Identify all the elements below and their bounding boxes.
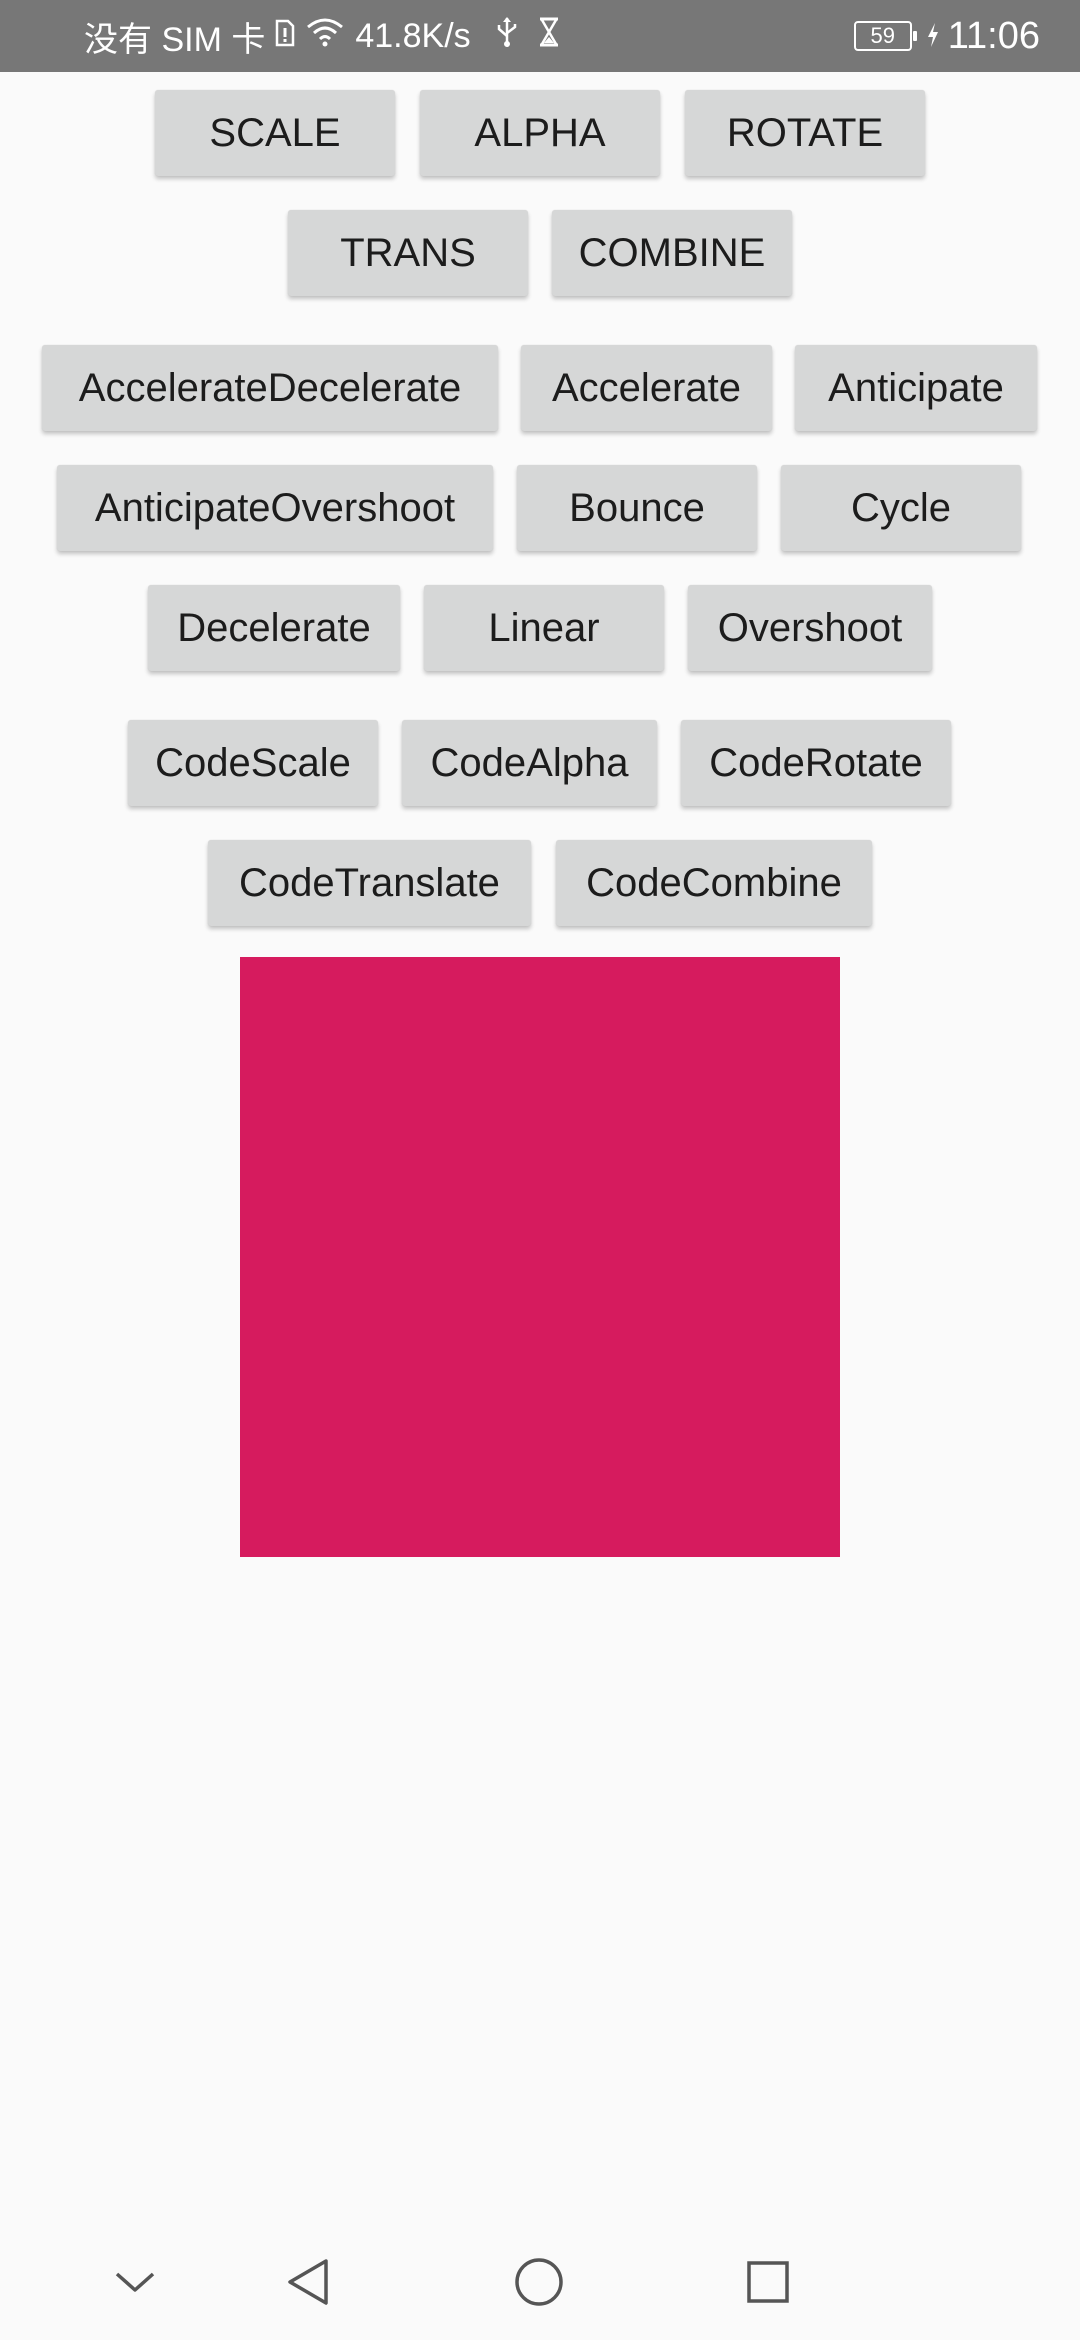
clock: 11:06 (947, 14, 1040, 57)
usb-icon (495, 16, 519, 57)
wifi-icon (305, 17, 345, 56)
animation-buttons-row-2: TRANS COMBINE (0, 210, 1080, 296)
interpolator-buttons-row-3: Decelerate Linear Overshoot (0, 585, 1080, 671)
accelerate-decelerate-button[interactable]: AccelerateDecelerate (42, 345, 498, 431)
code-alpha-button[interactable]: CodeAlpha (402, 720, 657, 806)
accelerate-button[interactable]: Accelerate (521, 345, 772, 431)
decelerate-button[interactable]: Decelerate (148, 585, 400, 671)
status-bar: 没有 SIM 卡 41.8K/s 59 11:06 (0, 0, 1080, 72)
sim-icon (275, 17, 295, 56)
code-translate-button[interactable]: CodeTranslate (208, 840, 531, 926)
carrier-label: 没有 SIM 卡 (84, 20, 266, 59)
collapse-icon[interactable] (97, 2244, 173, 2320)
interpolator-buttons-row-1: AccelerateDecelerate Accelerate Anticipa… (0, 345, 1080, 431)
navigation-bar (0, 2222, 1080, 2340)
animation-target-view (240, 957, 840, 1557)
interpolator-buttons-row-2: AnticipateOvershoot Bounce Cycle (0, 465, 1080, 551)
anticipate-overshoot-button[interactable]: AnticipateOvershoot (57, 465, 493, 551)
code-rotate-button[interactable]: CodeRotate (681, 720, 951, 806)
alpha-button[interactable]: ALPHA (420, 90, 660, 176)
battery-icon: 59 (853, 21, 917, 51)
combine-button[interactable]: COMBINE (552, 210, 792, 296)
rotate-button[interactable]: ROTATE (685, 90, 925, 176)
network-speed: 41.8K/s (355, 16, 471, 55)
back-icon[interactable] (270, 2244, 346, 2320)
code-buttons-row-1: CodeScale CodeAlpha CodeRotate (0, 720, 1080, 806)
status-bar-left: 没有 SIM 卡 41.8K/s (84, 0, 561, 72)
trans-button[interactable]: TRANS (288, 210, 528, 296)
anticipate-button[interactable]: Anticipate (795, 345, 1037, 431)
charging-icon (926, 15, 940, 58)
status-bar-right: 59 11:06 (853, 0, 1040, 72)
linear-button[interactable]: Linear (424, 585, 664, 671)
code-combine-button[interactable]: CodeCombine (556, 840, 872, 926)
battery-level: 59 (870, 23, 895, 48)
home-icon[interactable] (501, 2244, 577, 2320)
code-buttons-row-2: CodeTranslate CodeCombine (0, 840, 1080, 926)
scale-button[interactable]: SCALE (155, 90, 395, 176)
recents-icon[interactable] (730, 2244, 806, 2320)
hourglass-icon (537, 17, 561, 56)
cycle-button[interactable]: Cycle (781, 465, 1021, 551)
code-scale-button[interactable]: CodeScale (128, 720, 378, 806)
overshoot-button[interactable]: Overshoot (688, 585, 932, 671)
bounce-button[interactable]: Bounce (517, 465, 757, 551)
animation-buttons-row-1: SCALE ALPHA ROTATE (0, 90, 1080, 176)
